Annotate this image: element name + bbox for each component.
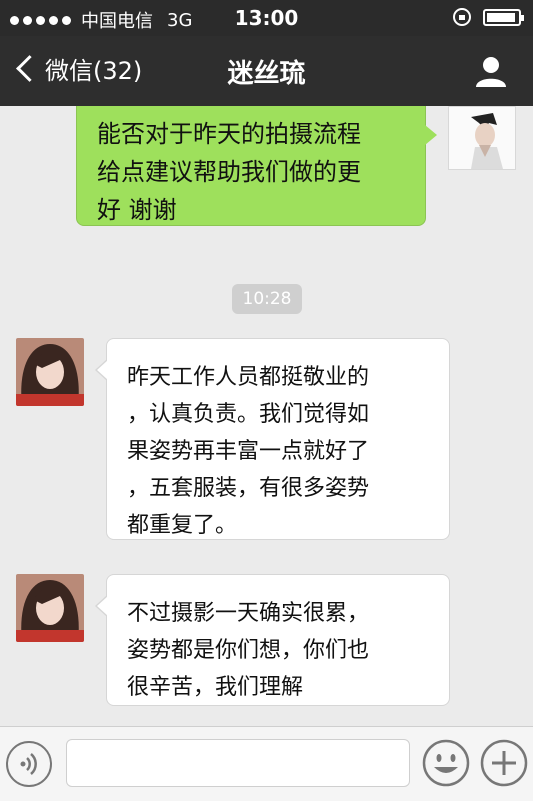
person-icon[interactable]: [474, 54, 508, 88]
plus-icon[interactable]: [480, 739, 528, 787]
message-line: 果姿势再丰富一点就好了: [127, 439, 370, 464]
received-message-bubble[interactable]: 不过摄影一天确实很累， 姿势都是你们想，你们也 很辛苦，我们理解: [95, 574, 450, 706]
message-line: 不过摄影一天确实很累，: [127, 601, 370, 626]
contact-avatar[interactable]: [16, 338, 84, 406]
chat-title: 迷丝琉: [227, 59, 306, 89]
status-bar: 中国电信 3G 13:00: [0, 0, 533, 36]
received-message-bubble[interactable]: 昨天工作人员都挺敬业的 ，认真负责。我们觉得如 果姿势再丰富一点就好了 ，五套服…: [95, 338, 450, 540]
chat-area[interactable]: 能否对于昨天的拍摄流程 给点建议帮助我们做的更 好 谢谢 10:28 昨天工作人…: [0, 106, 533, 726]
message-line: 很辛苦，我们理解: [127, 675, 304, 700]
voice-button[interactable]: [6, 741, 52, 787]
sent-message-bubble[interactable]: 能否对于昨天的拍摄流程 给点建议帮助我们做的更 好 谢谢: [76, 106, 437, 226]
input-bar: [0, 726, 533, 801]
message-line: 姿势都是你们想，你们也: [127, 638, 370, 663]
battery-icon: [483, 8, 524, 26]
voice-icon: [20, 753, 37, 775]
message-line: 能否对于昨天的拍摄流程: [97, 120, 361, 148]
message-line: 昨天工作人员都挺敬业的: [127, 365, 370, 390]
message-line: ，认真负责。我们觉得如: [127, 402, 370, 427]
emoji-icon[interactable]: [422, 739, 470, 787]
message-line: 好 谢谢: [97, 196, 177, 224]
message-line: 给点建议帮助我们做的更: [97, 158, 361, 186]
rotation-lock-icon: [453, 8, 471, 26]
my-avatar[interactable]: [448, 106, 516, 170]
message-line: ，五套服装，有很多姿势: [127, 476, 370, 501]
message-line: 都重复了。: [127, 513, 238, 538]
nav-bar: 微信(32) 迷丝琉: [0, 36, 533, 106]
message-input[interactable]: [66, 739, 410, 787]
timestamp-chip: 10:28: [232, 284, 302, 314]
contact-avatar[interactable]: [16, 574, 84, 642]
